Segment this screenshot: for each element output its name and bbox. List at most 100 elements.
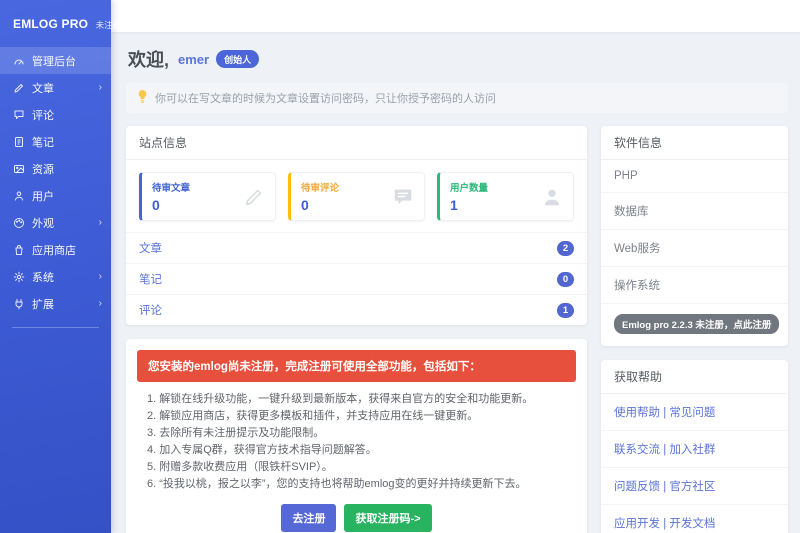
software-row-php: PHP xyxy=(601,160,788,193)
sidebar-item-system[interactable]: 系统 › xyxy=(0,263,111,290)
stat-label: 待审评论 xyxy=(301,180,339,194)
brand[interactable]: EMLOG PRO 未注册 xyxy=(0,0,111,47)
sidebar-item-articles[interactable]: 文章 › xyxy=(0,74,111,101)
stat-value: 0 xyxy=(301,197,339,213)
brand-unregistered-badge: 未注册 xyxy=(96,20,122,30)
register-benefit-item: 1. 解锁在线升级功能，一键升级到最新版本，获得来自官方的安全和功能更新。 xyxy=(147,392,573,407)
pencil-icon xyxy=(13,82,25,94)
register-benefits-list: 1. 解锁在线升级功能，一键升级到最新版本，获得来自官方的安全和功能更新。 2.… xyxy=(126,386,587,492)
comment-icon xyxy=(392,186,414,208)
image-icon xyxy=(13,163,25,175)
sidebar-item-label: 笔记 xyxy=(32,134,54,150)
software-row-database: 数据库 xyxy=(601,193,788,230)
welcome-row: 欢迎, emer 创始人 xyxy=(128,46,788,72)
sidebar-item-label: 扩展 xyxy=(32,296,54,312)
count-badge: 0 xyxy=(557,272,574,287)
register-benefit-item: 5. 附赠多款收费应用（限铁杆SVIP）。 xyxy=(147,460,573,475)
stat-card-pending-articles: 待审文章 0 xyxy=(139,172,276,221)
sidebar-item-appearance[interactable]: 外观 › xyxy=(0,209,111,236)
register-benefit-item: 4. 加入专属Q群，获得官方技术指导问题解答。 xyxy=(147,443,573,458)
pencil-icon xyxy=(243,186,265,208)
go-register-button[interactable]: 去注册 xyxy=(281,504,336,532)
page-title: 欢迎, xyxy=(128,46,169,72)
site-link-rows: 文章 2 笔记 0 评论 1 xyxy=(126,232,587,325)
content: 欢迎, emer 创始人 你可以在写文章的时候为文章设置访问密码，只让你授予密码… xyxy=(111,32,800,533)
sidebar-item-extensions[interactable]: 扩展 › xyxy=(0,290,111,317)
sidebar-item-label: 外观 xyxy=(32,215,54,231)
palette-icon xyxy=(13,217,25,229)
site-info-title: 站点信息 xyxy=(126,126,587,160)
get-register-code-button[interactable]: 获取注册码-> xyxy=(344,504,431,532)
site-stats: 待审文章 0 待审评论 0 xyxy=(126,160,587,232)
chevron-right-icon: › xyxy=(99,272,102,282)
sidebar-divider xyxy=(12,327,99,328)
tip-text: 你可以在写文章的时候为文章设置访问密码，只让你授予密码的人访问 xyxy=(155,90,496,106)
store-icon xyxy=(13,244,25,256)
count-badge: 1 xyxy=(557,303,574,318)
site-link-comments[interactable]: 评论 1 xyxy=(126,294,587,325)
sidebar-item-label: 文章 xyxy=(32,80,54,96)
stat-card-pending-comments: 待审评论 0 xyxy=(288,172,425,221)
username-link[interactable]: emer xyxy=(178,52,209,67)
sidebar-nav: 管理后台 文章 › 评论 笔记 xyxy=(0,47,111,317)
register-benefit-item: 2. 解锁应用商店，获得更多模板和插件，并支持应用在线一键更新。 xyxy=(147,409,573,424)
sidebar-item-label: 资源 xyxy=(32,161,54,177)
sidebar-item-dashboard[interactable]: 管理后台 xyxy=(0,47,111,74)
role-badge: 创始人 xyxy=(216,50,259,68)
help-link-dev-docs[interactable]: 应用开发 | 开发文档 xyxy=(601,505,788,533)
link-label: 文章 xyxy=(139,240,162,256)
comment-icon xyxy=(13,109,25,121)
emlog-admin-app: EMLOG PRO 未注册 管理后台 文章 › 评论 xyxy=(0,0,800,533)
user-icon xyxy=(13,190,25,202)
register-benefit-item: 3. 去除所有未注册提示及功能限制。 xyxy=(147,426,573,441)
register-notice-card: 您安装的emlog尚未注册，完成注册可使用全部功能，包括如下： 1. 解锁在线升… xyxy=(126,339,587,533)
software-row-web-server: Web服务 xyxy=(601,230,788,267)
register-benefit-item: 6. “投我以桃，报之以李”，您的支持也将帮助emlog变的更好并持续更新下去。 xyxy=(147,477,573,492)
sidebar: EMLOG PRO 未注册 管理后台 文章 › 评论 xyxy=(0,0,111,533)
link-label: 评论 xyxy=(139,302,162,318)
help-title: 获取帮助 xyxy=(601,360,788,394)
stat-value: 1 xyxy=(450,197,488,213)
sidebar-item-comments[interactable]: 评论 xyxy=(0,101,111,128)
sidebar-item-resources[interactable]: 资源 xyxy=(0,155,111,182)
sidebar-item-app-store[interactable]: 应用商店 xyxy=(0,236,111,263)
notebook-icon xyxy=(13,136,25,148)
sidebar-item-users[interactable]: 用户 xyxy=(0,182,111,209)
chevron-right-icon: › xyxy=(99,83,102,93)
help-link-contact[interactable]: 联系交流 | 加入社群 xyxy=(601,431,788,468)
user-icon xyxy=(541,186,563,208)
stat-value: 0 xyxy=(152,197,190,213)
main-area: 欢迎, emer 创始人 你可以在写文章的时候为文章设置访问密码，只让你授予密码… xyxy=(111,0,800,533)
version-register-badge[interactable]: Emlog pro 2.2.3 未注册，点此注册 xyxy=(614,314,779,334)
stat-label: 待审文章 xyxy=(152,180,190,194)
sidebar-item-notes[interactable]: 笔记 xyxy=(0,128,111,155)
software-info-title: 软件信息 xyxy=(601,126,788,160)
sidebar-item-label: 评论 xyxy=(32,107,54,123)
site-info-card: 站点信息 待审文章 0 xyxy=(126,126,587,325)
lightbulb-icon xyxy=(136,89,149,107)
topbar xyxy=(111,0,800,32)
register-alert-heading: 您安装的emlog尚未注册，完成注册可使用全部功能，包括如下： xyxy=(137,350,576,382)
sidebar-item-label: 用户 xyxy=(32,188,54,204)
sidebar-item-label: 系统 xyxy=(32,269,54,285)
tip-banner: 你可以在写文章的时候为文章设置访问密码，只让你授予密码的人访问 xyxy=(126,83,788,113)
link-label: 笔记 xyxy=(139,271,162,287)
chevron-right-icon: › xyxy=(99,299,102,309)
sidebar-item-label: 管理后台 xyxy=(32,53,76,69)
gear-icon xyxy=(13,271,25,283)
help-card: 获取帮助 使用帮助 | 常见问题 联系交流 | 加入社群 问题反馈 | 官方社区… xyxy=(601,360,788,533)
brand-name: EMLOG PRO xyxy=(13,17,88,31)
site-link-notes[interactable]: 笔记 0 xyxy=(126,263,587,294)
help-link-usage[interactable]: 使用帮助 | 常见问题 xyxy=(601,394,788,431)
stat-label: 用户数量 xyxy=(450,180,488,194)
dashboard-icon xyxy=(13,55,25,67)
chevron-right-icon: › xyxy=(99,218,102,228)
stat-card-user-count: 用户数量 1 xyxy=(437,172,574,221)
help-link-feedback[interactable]: 问题反馈 | 官方社区 xyxy=(601,468,788,505)
software-info-card: 软件信息 PHP 数据库 Web服务 操作系统 Emlog pro 2.2.3 … xyxy=(601,126,788,346)
sidebar-item-label: 应用商店 xyxy=(32,242,76,258)
site-link-articles[interactable]: 文章 2 xyxy=(126,232,587,263)
count-badge: 2 xyxy=(557,241,574,256)
plugin-icon xyxy=(13,298,25,310)
software-row-os: 操作系统 xyxy=(601,267,788,304)
